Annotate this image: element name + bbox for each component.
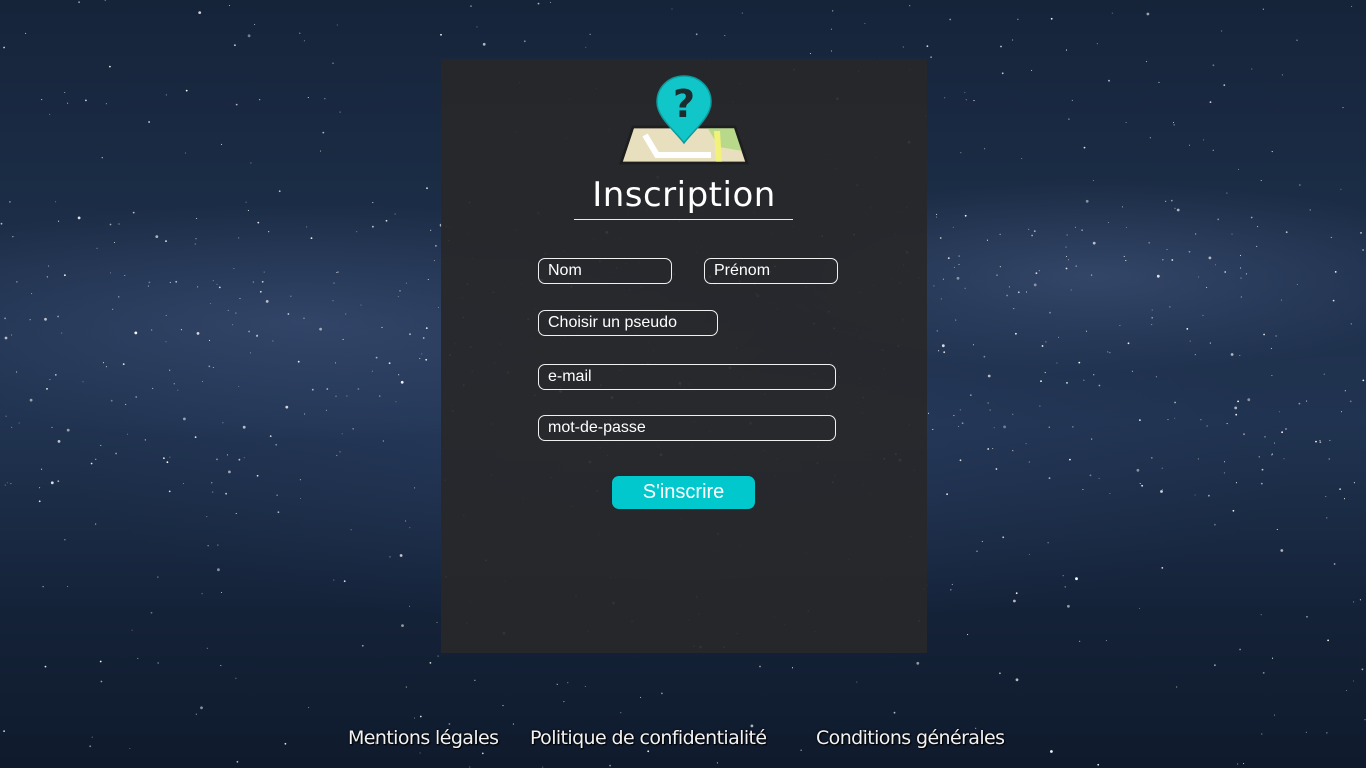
footer-link-mentions-legales[interactable]: Mentions légales bbox=[348, 727, 499, 749]
email-input[interactable] bbox=[538, 364, 836, 390]
footer-link-conditions-generales[interactable]: Conditions générales bbox=[816, 727, 1005, 749]
footer-link-politique-confidentialite[interactable]: Politique de confidentialité bbox=[530, 727, 767, 749]
title-divider bbox=[574, 219, 793, 220]
signup-panel: ? Inscription S'inscrire bbox=[441, 59, 927, 653]
footer: Mentions légales Politique de confidenti… bbox=[0, 727, 1366, 757]
nom-input[interactable] bbox=[538, 258, 672, 284]
signup-button[interactable]: S'inscrire bbox=[612, 476, 755, 509]
pseudo-input[interactable] bbox=[538, 310, 718, 336]
svg-text:?: ? bbox=[673, 82, 695, 126]
prenom-input[interactable] bbox=[704, 258, 838, 284]
map-question-pin-icon: ? bbox=[619, 75, 749, 165]
password-input[interactable] bbox=[538, 415, 836, 441]
page-title: Inscription bbox=[592, 175, 776, 215]
